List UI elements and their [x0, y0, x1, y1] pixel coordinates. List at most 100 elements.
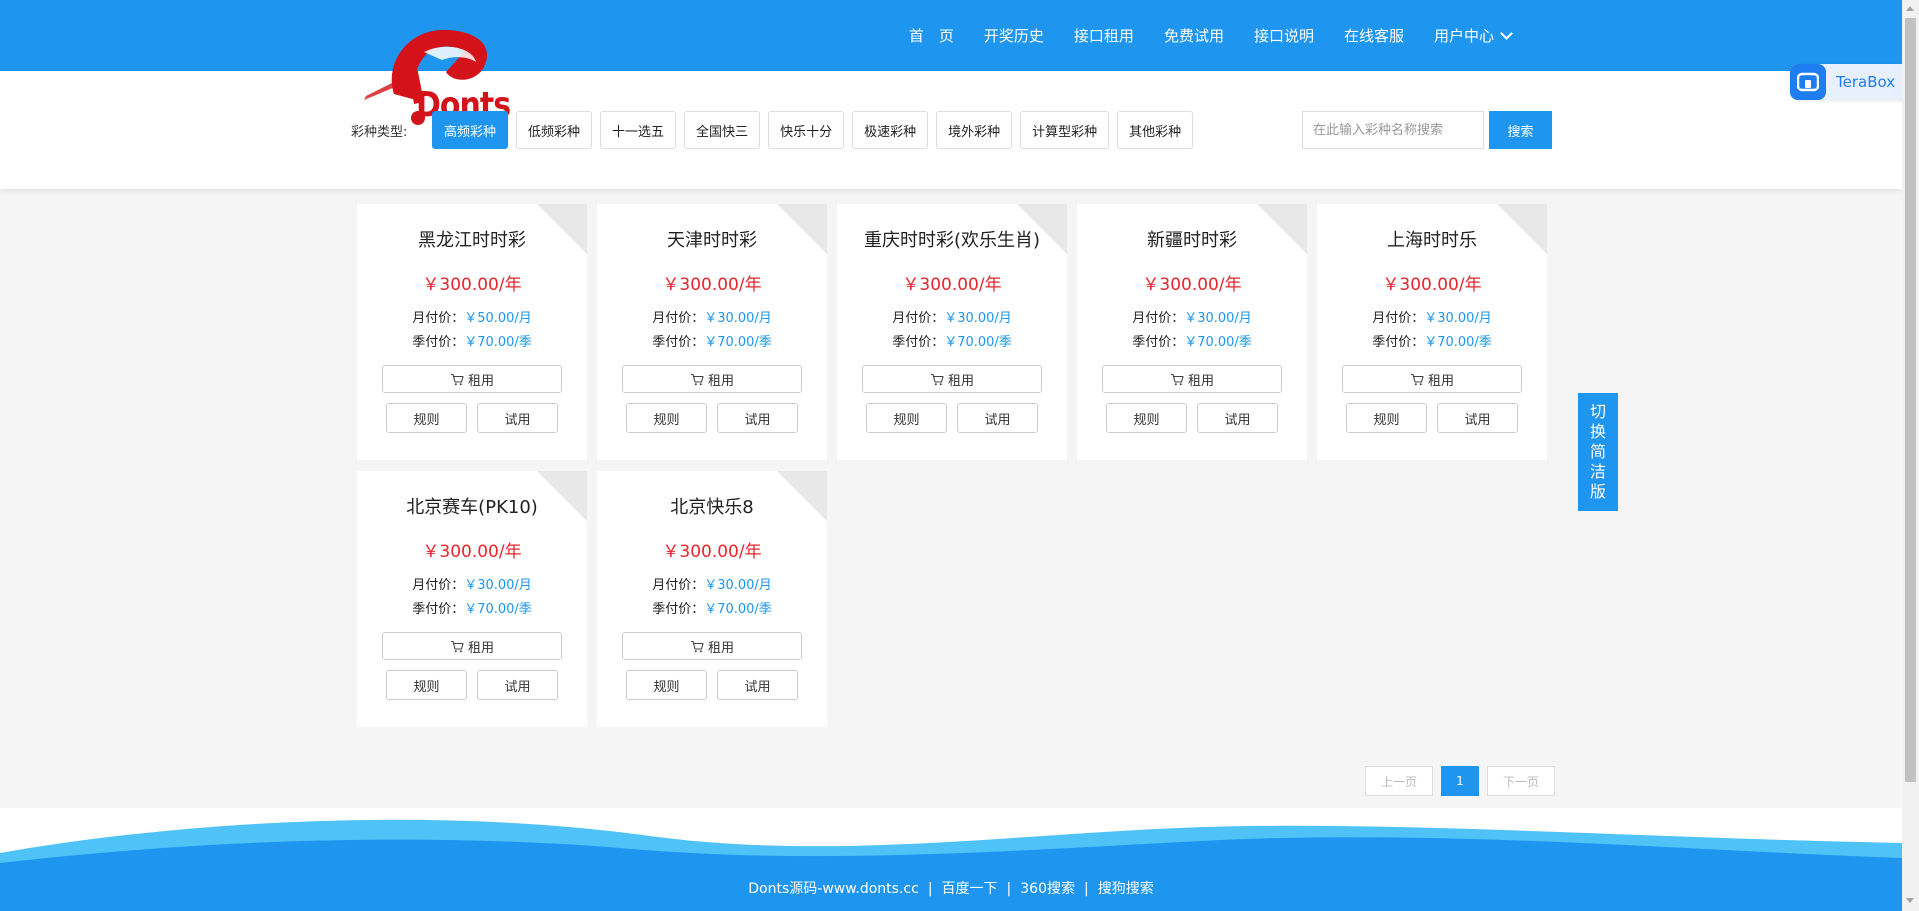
rent-button[interactable]: 租用 [622, 632, 802, 660]
filter-overseas[interactable]: 境外彩种 [936, 111, 1013, 149]
rent-label: 租用 [1427, 373, 1454, 389]
nav-item-draw-history[interactable]: 开奖历史 [969, 25, 1059, 46]
filter-high-frequency[interactable]: 高频彩种 [432, 111, 509, 149]
search-button[interactable]: 搜索 [1489, 111, 1552, 149]
footer-link-sogou[interactable]: 搜狗搜索 [1098, 881, 1154, 897]
toggle-char: 切 [1589, 402, 1606, 421]
rent-label: 租用 [1187, 373, 1214, 389]
cart-icon [450, 373, 464, 385]
filter-computed[interactable]: 计算型彩种 [1020, 111, 1110, 149]
card-annual-price: ￥300.00/年 [422, 275, 522, 295]
monthly-price-label: 月付价： [652, 578, 705, 593]
monthly-price-value: ￥50.00/月 [464, 311, 532, 326]
monthly-price-value: ￥30.00/月 [944, 311, 1012, 326]
rent-button[interactable]: 租用 [1342, 365, 1522, 393]
monthly-price-value: ￥30.00/月 [704, 578, 772, 593]
footer-links: Donts源码-www.donts.cc | 百度一下 | 360搜索 | 搜狗搜索 [0, 878, 1902, 898]
filter-other[interactable]: 其他彩种 [1117, 111, 1194, 149]
card-corner-decoration [1017, 204, 1067, 254]
rent-button[interactable]: 租用 [382, 632, 562, 660]
quarterly-price-value: ￥70.00/季 [704, 602, 772, 617]
monthly-price-row: 月付价：￥50.00/月 [357, 307, 587, 331]
cart-icon [1410, 373, 1424, 385]
terabox-widget[interactable]: TeraBox [1790, 64, 1910, 100]
trial-button[interactable]: 试用 [957, 403, 1038, 433]
rent-button[interactable]: 租用 [622, 365, 802, 393]
footer-separator: | [1006, 881, 1012, 897]
prev-page-button[interactable]: 上一页 [1365, 766, 1433, 796]
rules-button[interactable]: 规则 [866, 403, 947, 433]
nav-item-user-center[interactable]: 用户中心 [1419, 25, 1526, 46]
rent-button[interactable]: 租用 [382, 365, 562, 393]
filter-11-choose-5[interactable]: 十一选五 [600, 111, 677, 149]
filter-national-k3[interactable]: 全国快三 [684, 111, 761, 149]
category-filters: 高频彩种 低频彩种 十一选五 全国快三 快乐十分 极速彩种 境外彩种 计算型彩种… [432, 111, 1194, 149]
current-page[interactable]: 1 [1441, 766, 1479, 796]
scroll-up-icon[interactable] [1906, 6, 1914, 11]
nav-item-home[interactable]: 首 页 [894, 25, 969, 46]
card-annual-price: ￥300.00/年 [422, 542, 522, 562]
card-annual-price: ￥300.00/年 [662, 275, 762, 295]
rules-button[interactable]: 规则 [626, 670, 707, 700]
lottery-card: 天津时时彩 ￥300.00/年 月付价：￥30.00/月 季付价：￥70.00/… [597, 204, 827, 460]
card-actions: 规则 试用 [837, 403, 1067, 433]
next-page-button[interactable]: 下一页 [1487, 766, 1555, 796]
card-actions: 规则 试用 [597, 670, 827, 700]
nav-item-free-trial[interactable]: 免费试用 [1149, 25, 1239, 46]
vertical-scrollbar[interactable] [1902, 0, 1919, 911]
lottery-card: 重庆时时彩(欢乐生肖) ￥300.00/年 月付价：￥30.00/月 季付价：￥… [837, 204, 1067, 460]
footer-separator: | [1083, 881, 1089, 897]
rent-button[interactable]: 租用 [862, 365, 1042, 393]
rules-button[interactable]: 规则 [1106, 403, 1187, 433]
rules-button[interactable]: 规则 [386, 670, 467, 700]
quarterly-price-label: 季付价： [652, 602, 705, 617]
lottery-card: 新疆时时彩 ￥300.00/年 月付价：￥30.00/月 季付价：￥70.00/… [1077, 204, 1307, 460]
monthly-price-row: 月付价：￥30.00/月 [597, 307, 827, 331]
monthly-price-label: 月付价： [1132, 311, 1185, 326]
quarterly-price-value: ￥70.00/季 [944, 335, 1012, 350]
scroll-down-icon[interactable] [1906, 898, 1914, 903]
rules-button[interactable]: 规则 [626, 403, 707, 433]
monthly-price-value: ￥30.00/月 [704, 311, 772, 326]
toggle-char: 简 [1589, 442, 1606, 461]
filter-low-frequency[interactable]: 低频彩种 [516, 111, 593, 149]
monthly-price-value: ￥30.00/月 [464, 578, 532, 593]
trial-button[interactable]: 试用 [1437, 403, 1518, 433]
card-actions: 规则 试用 [1317, 403, 1547, 433]
monthly-price-label: 月付价： [1372, 311, 1425, 326]
filter-speed[interactable]: 极速彩种 [852, 111, 929, 149]
trial-button[interactable]: 试用 [477, 670, 558, 700]
switch-simple-version-button[interactable]: 切换简洁版 [1578, 393, 1618, 511]
card-corner-decoration [1497, 204, 1547, 254]
filter-happy-ten[interactable]: 快乐十分 [768, 111, 845, 149]
lottery-card: 北京赛车(PK10) ￥300.00/年 月付价：￥30.00/月 季付价：￥7… [357, 471, 587, 727]
rules-button[interactable]: 规则 [1346, 403, 1427, 433]
top-navbar: 首 页 开奖历史 接口租用 免费试用 接口说明 在线客服 用户中心 [0, 0, 1902, 71]
lottery-card: 北京快乐8 ￥300.00/年 月付价：￥30.00/月 季付价：￥70.00/… [597, 471, 827, 727]
nav-item-api-docs[interactable]: 接口说明 [1239, 25, 1329, 46]
trial-button[interactable]: 试用 [1197, 403, 1278, 433]
trial-button[interactable]: 试用 [717, 403, 798, 433]
monthly-price-row: 月付价：￥30.00/月 [1077, 307, 1307, 331]
card-actions: 规则 试用 [1077, 403, 1307, 433]
scrollbar-thumb[interactable] [1905, 18, 1916, 782]
rules-button[interactable]: 规则 [386, 403, 467, 433]
quarterly-price-value: ￥70.00/季 [1184, 335, 1252, 350]
card-annual-price: ￥300.00/年 [1382, 275, 1482, 295]
trial-button[interactable]: 试用 [477, 403, 558, 433]
quarterly-price-label: 季付价： [412, 602, 465, 617]
footer-link-baidu[interactable]: 百度一下 [942, 881, 998, 897]
nav-label: 用户中心 [1433, 27, 1494, 45]
monthly-price-value: ￥30.00/月 [1424, 311, 1492, 326]
quarterly-price-row: 季付价：￥70.00/季 [1317, 331, 1547, 355]
search-input[interactable] [1302, 111, 1484, 149]
footer-link-donts[interactable]: Donts源码-www.donts.cc [748, 881, 919, 897]
trial-button[interactable]: 试用 [717, 670, 798, 700]
rent-label: 租用 [707, 373, 734, 389]
monthly-price-label: 月付价： [892, 311, 945, 326]
rent-button[interactable]: 租用 [1102, 365, 1282, 393]
footer-link-360[interactable]: 360搜索 [1020, 881, 1075, 897]
monthly-price-label: 月付价： [412, 311, 465, 326]
nav-item-api-rent[interactable]: 接口租用 [1059, 25, 1149, 46]
nav-item-online-support[interactable]: 在线客服 [1329, 25, 1419, 46]
